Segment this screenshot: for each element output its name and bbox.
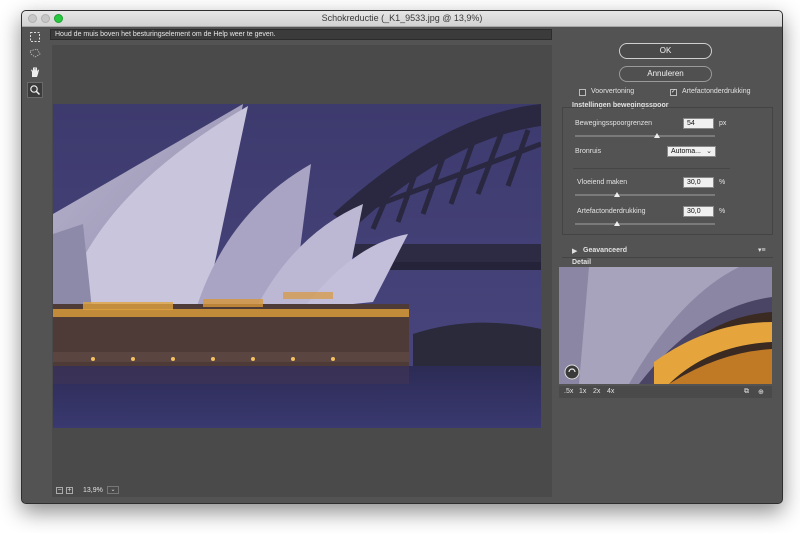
advanced-label: Geavanceerd: [583, 247, 627, 254]
noise-select[interactable]: Automa... ⌄: [667, 146, 716, 157]
shake-reduction-dialog: Schokreductie (_K1_9533.jpg @ 13,9%) Hou…: [21, 10, 783, 504]
zoom-icon: [30, 85, 41, 96]
smooth-label: Vloeiend maken: [577, 179, 628, 186]
artifact-suppression-label: Artefactonderdrukking: [577, 208, 646, 215]
smooth-slider[interactable]: [575, 194, 715, 196]
photo-preview[interactable]: [53, 104, 541, 428]
zoom-dropdown[interactable]: ⌄: [107, 486, 119, 494]
panel-menu-icon[interactable]: ▾≡: [758, 246, 766, 254]
hand-icon: [31, 67, 39, 77]
title-bar: Schokreductie (_K1_9533.jpg @ 13,9%): [22, 11, 782, 27]
smooth-input[interactable]: 30,0: [683, 177, 714, 188]
trace-limits-slider[interactable]: [575, 135, 715, 137]
zoom-in-button[interactable]: +: [66, 487, 73, 494]
noise-label: Bronruis: [575, 148, 602, 155]
artifact-suppression-input[interactable]: 30,0: [683, 206, 714, 217]
artifact-suppression-unit: %: [719, 208, 726, 215]
hand-tool[interactable]: [27, 64, 43, 80]
preview-label: Voorvertoning: [591, 88, 635, 95]
zoom-window-button[interactable]: [54, 14, 63, 23]
cancel-button[interactable]: Annuleren: [619, 66, 712, 82]
lasso-tool[interactable]: [27, 46, 43, 62]
minimize-window-button[interactable]: [41, 14, 50, 23]
ok-button[interactable]: OK: [619, 43, 712, 59]
zoom-tool[interactable]: [27, 82, 43, 98]
chevron-down-icon: ⌄: [706, 148, 712, 155]
marquee-icon: [30, 32, 40, 42]
zoom-4x[interactable]: 4x: [607, 388, 614, 395]
disclosure-triangle-icon: ▶: [572, 248, 578, 255]
smooth-thumb[interactable]: [614, 192, 620, 197]
trace-limits-unit: px: [719, 120, 727, 127]
settings-panel: OK Annuleren Voorvertoning ✓ Artefactond…: [556, 27, 782, 503]
artifact-suppression-thumb[interactable]: [614, 221, 620, 226]
close-window-button[interactable]: [28, 14, 37, 23]
zoom-1x[interactable]: 1x: [579, 388, 586, 395]
status-bar: − + 13,9% ⌄: [52, 483, 552, 497]
help-hint-bar: Houd de muis boven het besturingselement…: [50, 29, 552, 40]
lasso-icon: [29, 48, 41, 58]
window-title: Schokreductie (_K1_9533.jpg @ 13,9%): [321, 13, 483, 23]
zoom-out-button[interactable]: −: [56, 487, 63, 494]
trace-limits-label: Bewegingsspoorgrenzen: [575, 120, 653, 127]
toolbar: [22, 27, 48, 503]
detail-label: Detail: [572, 259, 592, 266]
trace-limits-thumb[interactable]: [654, 133, 660, 138]
detail-zoom-bar: .5x 1x 2x 4x ⧉ ⊕: [559, 386, 772, 398]
target-icon[interactable]: ⊕: [758, 388, 764, 396]
marquee-tool[interactable]: [27, 29, 43, 45]
detail-loupe[interactable]: [559, 267, 772, 384]
artifact-suppression-slider[interactable]: [575, 223, 715, 225]
advanced-section-header[interactable]: ▶ Geavanceerd ▾≡: [562, 245, 773, 258]
detail-preview-image: [559, 267, 772, 384]
dock-loupe-icon[interactable]: ⧉: [744, 388, 749, 396]
smooth-unit: %: [719, 179, 726, 186]
zoom-level: 13,9%: [83, 487, 103, 494]
noise-select-value: Automa...: [671, 148, 701, 155]
zoom-2x[interactable]: 2x: [593, 388, 600, 395]
opera-house-image: [53, 104, 541, 428]
preview-checkbox[interactable]: [579, 89, 586, 96]
artifact-label: Artefactonderdrukking: [682, 88, 751, 95]
artifact-checkbox[interactable]: ✓: [670, 89, 677, 96]
settings-divider: [573, 168, 730, 169]
zoom-0-5x[interactable]: .5x: [564, 388, 573, 395]
trace-limits-input[interactable]: 54: [683, 118, 714, 129]
